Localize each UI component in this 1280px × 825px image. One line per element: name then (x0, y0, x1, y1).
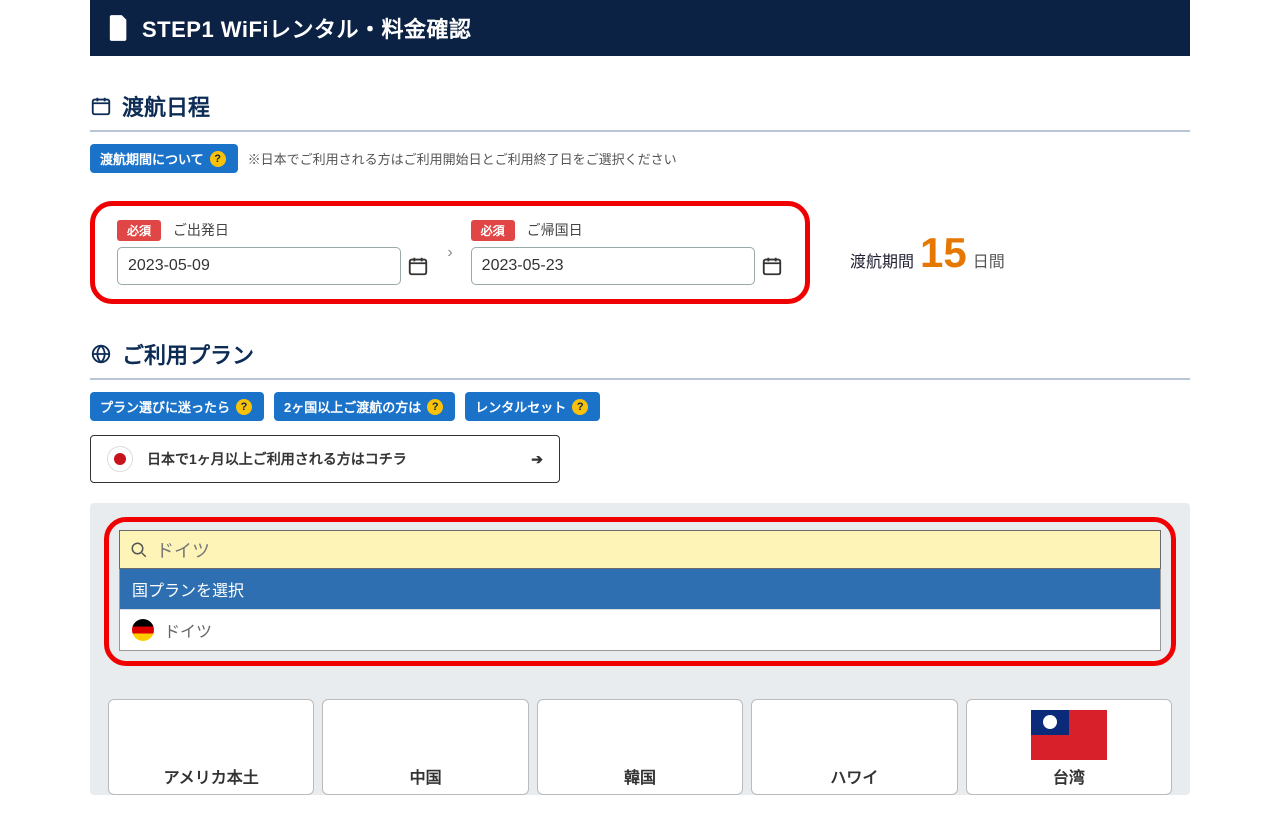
period-label: 渡航期間 (850, 248, 914, 272)
tab-hawaii-label: ハワイ (830, 764, 878, 788)
pill-multi-country-label: 2ヶ国以上ご渡航の方は (284, 397, 421, 416)
arrow-right-icon: ➔ (531, 451, 543, 468)
calendar-icon (90, 95, 112, 117)
tab-taiwan[interactable]: 台湾 (966, 699, 1172, 795)
pill-rental-set[interactable]: レンタルセット ? (465, 392, 600, 421)
pill-plan-tips-label: プラン選びに迷ったら (100, 397, 230, 416)
document-icon (108, 15, 130, 41)
plan-panel: 国プランを選択 ドイツ アメリカ本土 中国 韓国 (90, 503, 1190, 795)
pill-rental-set-label: レンタルセット (475, 397, 566, 416)
calendar-icon[interactable] (761, 255, 783, 277)
country-search-highlight: 国プランを選択 ドイツ (104, 517, 1176, 666)
tab-china-label: 中国 (410, 764, 442, 788)
return-date-input[interactable] (471, 247, 755, 285)
tab-taiwan-label: 台湾 (1053, 764, 1085, 788)
section-title-plan-text: ご利用プラン (122, 338, 254, 370)
japan-long-term-cta[interactable]: 日本で1ヶ月以上ご利用される方はコチラ ➔ (90, 435, 560, 483)
search-icon (130, 541, 148, 559)
step-title: STEP1 WiFiレンタル・料金確認 (142, 12, 472, 44)
step-header: STEP1 WiFiレンタル・料金確認 (90, 0, 1190, 56)
flag-japan-icon (107, 446, 133, 472)
pill-plan-tips[interactable]: プラン選びに迷ったら ? (90, 392, 264, 421)
country-dropdown-header: 国プランを選択 (120, 569, 1160, 609)
tab-usa-label: アメリカ本土 (164, 764, 259, 788)
help-icon: ? (236, 399, 252, 415)
tab-korea-label: 韓国 (624, 764, 656, 788)
period-days: 15 (920, 232, 967, 274)
help-icon: ? (210, 151, 226, 167)
globe-icon (90, 343, 112, 365)
date-range-highlight: 必須 ご出発日 › 必須 ご帰国日 (90, 201, 810, 304)
return-label: ご帰国日 (527, 222, 583, 238)
travel-period-summary: 渡航期間 15 日間 (850, 232, 1005, 274)
departure-label: ご出発日 (173, 222, 229, 238)
flag-taiwan-icon (1031, 710, 1107, 760)
travel-note: ※日本でご利用される方はご利用開始日とご利用終了日をご選択ください (248, 149, 677, 168)
help-icon: ? (427, 399, 443, 415)
japan-long-term-cta-label: 日本で1ヶ月以上ご利用される方はコチラ (147, 449, 407, 469)
help-icon: ? (572, 399, 588, 415)
tab-china[interactable]: 中国 (322, 699, 528, 795)
chevron-right-icon: › (447, 244, 452, 262)
section-title-travel-text: 渡航日程 (122, 90, 210, 122)
section-travel-dates: 渡航日程 渡航期間について ? ※日本でご利用される方はご利用開始日とご利用終了… (90, 90, 1190, 304)
calendar-icon[interactable] (407, 255, 429, 277)
country-search-box[interactable] (119, 530, 1161, 569)
pill-multi-country[interactable]: 2ヶ国以上ご渡航の方は ? (274, 392, 455, 421)
tab-hawaii[interactable]: ハワイ (751, 699, 957, 795)
pill-travel-period-info[interactable]: 渡航期間について ? (90, 144, 238, 173)
tab-usa[interactable]: アメリカ本土 (108, 699, 314, 795)
required-tag-ret: 必須 (471, 220, 515, 241)
country-dropdown: 国プランを選択 ドイツ (119, 569, 1161, 651)
country-option-germany[interactable]: ドイツ (120, 609, 1160, 650)
departure-date-input[interactable] (117, 247, 401, 285)
pill-travel-period-info-label: 渡航期間について (100, 149, 204, 168)
required-tag-dep: 必須 (117, 220, 161, 241)
period-unit: 日間 (973, 248, 1005, 272)
section-plan: ご利用プラン プラン選びに迷ったら ? 2ヶ国以上ご渡航の方は ? レンタルセッ… (90, 338, 1190, 795)
country-option-germany-label: ドイツ (164, 618, 212, 642)
section-title-travel: 渡航日程 (90, 90, 1190, 132)
tab-korea[interactable]: 韓国 (537, 699, 743, 795)
flag-germany-icon (132, 619, 154, 641)
section-title-plan: ご利用プラン (90, 338, 1190, 380)
country-search-input[interactable] (156, 539, 1150, 560)
